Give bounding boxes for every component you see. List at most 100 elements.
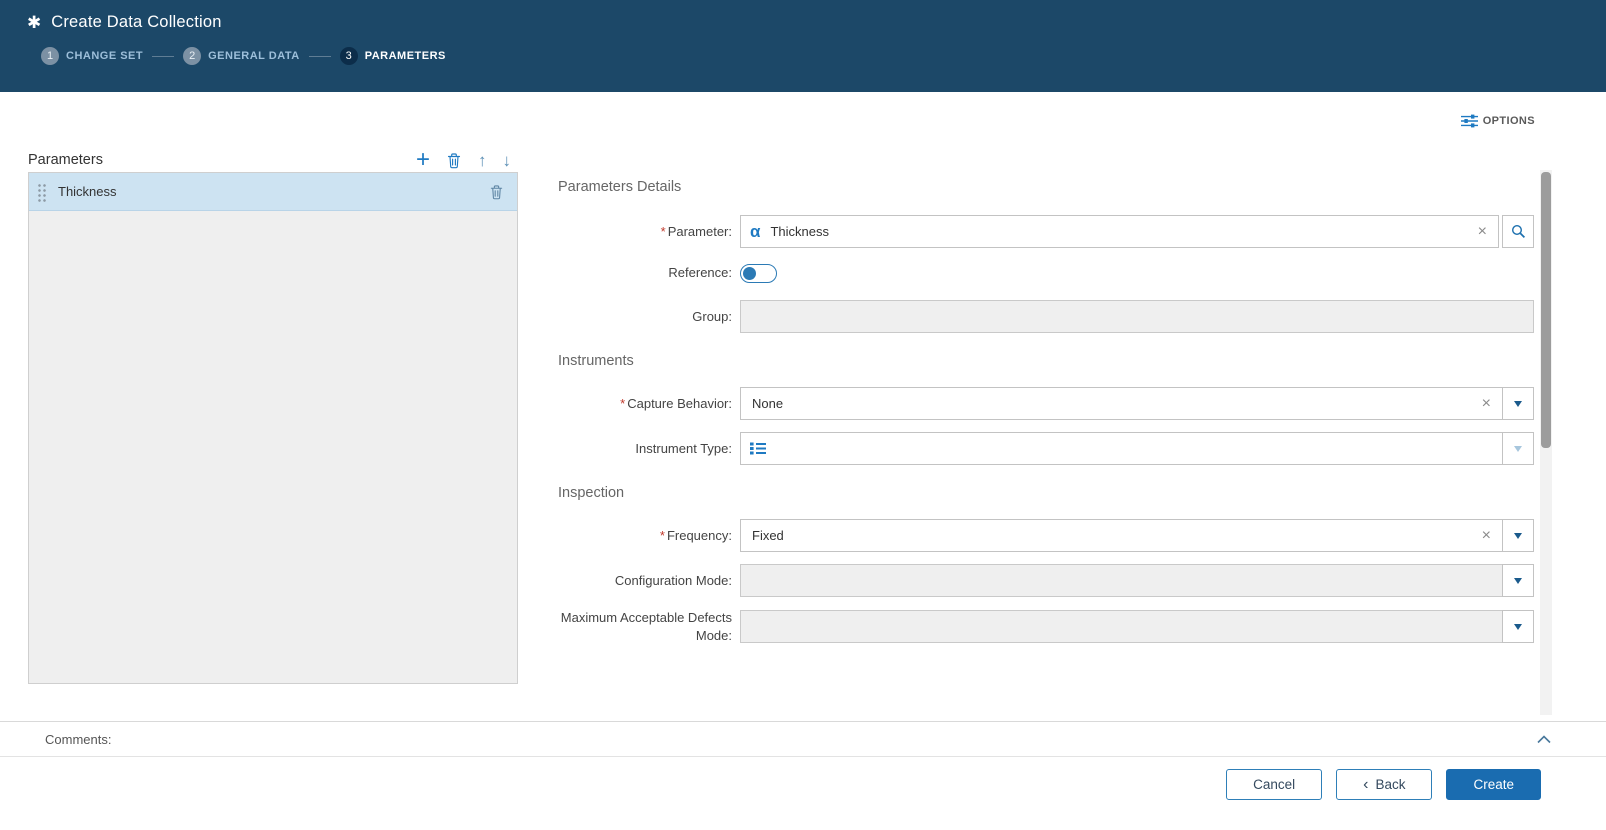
frequency-dropdown-button[interactable]	[1502, 519, 1534, 552]
step-number: 2	[183, 47, 202, 65]
capture-behavior-input[interactable]: None ×	[740, 387, 1503, 420]
chevron-down-icon	[1514, 623, 1522, 630]
field-row-frequency: * Frequency: Fixed ×	[558, 519, 1534, 552]
step-change-set[interactable]: 1 CHANGE SET	[41, 47, 143, 65]
section-inspection: Inspection	[558, 485, 625, 501]
field-row-capture-behavior: * Capture Behavior: None ×	[558, 387, 1534, 420]
parameters-toolbar: + ↑ ↓	[416, 148, 518, 172]
field-row-configuration-mode: Configuration Mode:	[558, 564, 1534, 597]
capture-behavior-label: * Capture Behavior:	[620, 395, 732, 411]
back-button[interactable]: ‹ Back	[1336, 769, 1433, 800]
wizard-steps: 1 CHANGE SET 2 GENERAL DATA 3 PARAMETERS	[0, 47, 1606, 65]
move-up-button[interactable]: ↑	[478, 152, 487, 169]
step-connector	[308, 55, 331, 57]
step-number: 1	[41, 47, 59, 65]
field-row-instrument-type: Instrument Type:	[558, 432, 1534, 465]
chevron-left-icon: ‹	[1363, 775, 1369, 793]
step-label: CHANGE SET	[66, 50, 144, 62]
parameter-search-button[interactable]	[1502, 215, 1534, 248]
list-item-label: Thickness	[58, 184, 117, 199]
group-control	[740, 300, 1534, 333]
capture-behavior-dropdown-button[interactable]	[1502, 387, 1534, 420]
toggle-knob	[743, 266, 756, 280]
instrument-type-dropdown-button[interactable]	[1502, 432, 1534, 465]
step-number: 3	[339, 47, 358, 65]
chevron-down-icon	[1514, 532, 1522, 539]
step-general-data[interactable]: 2 GENERAL DATA	[183, 47, 300, 65]
create-button[interactable]: Create	[1446, 769, 1541, 800]
scrollbar-thumb[interactable]	[1541, 172, 1551, 448]
footer-actions: Cancel ‹ Back Create	[0, 757, 1606, 830]
configuration-mode-input[interactable]	[740, 564, 1503, 597]
alpha-icon: α	[750, 222, 761, 241]
clear-icon[interactable]: ×	[1480, 527, 1493, 544]
chevron-up-icon	[1537, 734, 1551, 743]
chevron-down-icon	[1514, 400, 1522, 407]
field-row-group: Group:	[558, 300, 1534, 333]
search-icon	[1511, 224, 1525, 239]
options-button[interactable]: OPTIONS	[1460, 114, 1535, 128]
parameters-list: Thickness	[28, 172, 518, 684]
instrument-type-control	[740, 432, 1534, 465]
trash-icon	[447, 152, 461, 168]
field-row-max-defects-mode: Maximum Acceptable Defects Mode:	[558, 609, 1534, 644]
comments-label: Comments:	[45, 731, 112, 747]
configuration-mode-control	[740, 564, 1534, 597]
field-row-reference: Reference:	[558, 260, 1534, 286]
step-label: GENERAL DATA	[208, 50, 300, 62]
add-parameter-button[interactable]: +	[416, 148, 430, 172]
parameter-control: α Thickness ×	[740, 215, 1534, 248]
configuration-mode-dropdown-button[interactable]	[1502, 564, 1534, 597]
step-connector	[152, 55, 175, 57]
frequency-input[interactable]: Fixed ×	[740, 519, 1503, 552]
trash-icon	[490, 184, 503, 199]
sliders-icon	[1460, 114, 1478, 128]
delete-parameter-button[interactable]	[446, 152, 462, 169]
clear-icon[interactable]: ×	[1480, 395, 1493, 412]
required-marker: *	[660, 223, 666, 239]
configuration-mode-label: Configuration Mode:	[614, 572, 732, 588]
cancel-button[interactable]: Cancel	[1226, 769, 1323, 800]
frequency-value: Fixed	[752, 528, 784, 543]
move-down-button[interactable]: ↓	[503, 152, 512, 169]
details-panel: Parameters Details * Parameter: α Thickne…	[558, 179, 1534, 656]
field-row-parameter: * Parameter: α Thickness ×	[558, 215, 1534, 248]
group-input[interactable]	[740, 300, 1534, 333]
page-title: Create Data Collection	[51, 13, 222, 31]
parameters-panel-title: Parameters	[28, 152, 103, 168]
required-marker: *	[620, 395, 626, 411]
parameter-label: * Parameter:	[660, 223, 732, 239]
parameters-panel: Parameters + ↑ ↓ Thickness	[28, 148, 518, 684]
parameter-value: Thickness	[770, 224, 829, 239]
parameter-input[interactable]: α Thickness ×	[740, 215, 1499, 248]
max-defects-mode-dropdown-button[interactable]	[1502, 610, 1534, 644]
options-label: OPTIONS	[1482, 115, 1535, 127]
back-button-label: Back	[1375, 777, 1406, 792]
max-defects-mode-input[interactable]	[740, 610, 1503, 644]
step-parameters[interactable]: 3 PARAMETERS	[339, 47, 446, 65]
group-label: Group:	[692, 308, 732, 324]
section-instruments: Instruments	[558, 353, 634, 369]
max-defects-mode-control	[740, 610, 1534, 644]
instrument-type-input[interactable]	[740, 432, 1503, 465]
reference-toggle[interactable]	[740, 263, 777, 283]
vertical-scrollbar[interactable]	[1540, 170, 1552, 715]
list-item-thickness[interactable]: Thickness	[29, 173, 517, 211]
chevron-down-icon	[1514, 445, 1522, 452]
title-row: ✱ Create Data Collection	[0, 0, 1606, 32]
section-parameters-details: Parameters Details	[558, 179, 682, 195]
capture-behavior-control: None ×	[740, 387, 1534, 420]
collapse-comments-button[interactable]	[1537, 734, 1551, 744]
create-data-collection-window: ✱ Create Data Collection 1 CHANGE SET 2 …	[0, 0, 1606, 830]
delete-item-button[interactable]	[489, 184, 504, 200]
drag-handle-icon[interactable]	[37, 181, 46, 202]
step-label: PARAMETERS	[364, 50, 446, 62]
comments-bar: Comments:	[0, 721, 1606, 757]
frequency-control: Fixed ×	[740, 519, 1534, 552]
capture-behavior-value: None	[752, 396, 784, 411]
required-marker: *	[659, 527, 665, 543]
clear-icon[interactable]: ×	[1476, 223, 1489, 240]
frequency-label: * Frequency:	[659, 527, 732, 543]
wizard-header: ✱ Create Data Collection 1 CHANGE SET 2 …	[0, 0, 1606, 92]
parameters-panel-header: Parameters + ↑ ↓	[28, 148, 518, 172]
